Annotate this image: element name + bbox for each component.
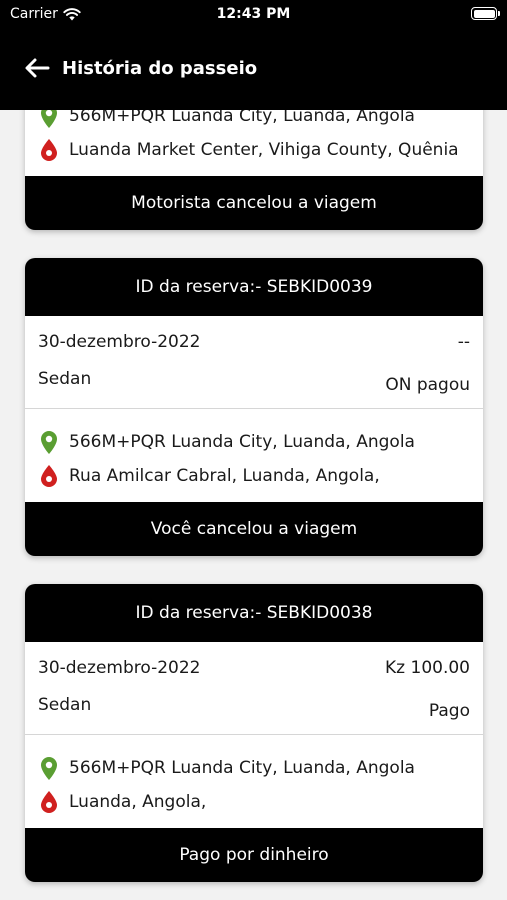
trip-status-button[interactable]: Motorista cancelou a viagem <box>25 176 483 230</box>
pickup-row: 566M+PQR Luanda City, Luanda, Angola <box>38 751 470 785</box>
trip-status-button[interactable]: Pago por dinheiro <box>25 828 483 882</box>
back-arrow-icon <box>25 58 50 78</box>
dropoff-pin-icon <box>41 791 57 813</box>
payment-status: Pago <box>428 701 470 721</box>
dropoff-row: Luanda, Angola, <box>38 785 470 819</box>
trip-date: 30-dezembro-2022 <box>38 332 201 352</box>
page-title: História do passeio <box>62 57 258 79</box>
dropoff-pin-icon <box>41 465 57 487</box>
ride-history-screen: 566M+PQR Luanda City, Luanda, Angola Lua… <box>0 0 507 900</box>
battery-icon <box>471 7 500 20</box>
back-button[interactable] <box>22 53 52 83</box>
pickup-row: 566M+PQR Luanda City, Luanda, Angola <box>38 425 470 459</box>
vehicle-type: Sedan <box>38 369 92 389</box>
route-section: 566M+PQR Luanda City, Luanda, Angola Rua… <box>25 409 483 502</box>
pickup-pin-icon <box>41 431 57 454</box>
vehicle-type: Sedan <box>38 695 92 715</box>
booking-id: ID da reserva:- SEBKID0038 <box>25 584 483 642</box>
trip-status-button[interactable]: Você cancelou a viagem <box>25 502 483 556</box>
dropoff-address: Rua Amilcar Cabral, Luanda, Angola, <box>69 466 380 486</box>
status-time: 12:43 PM <box>216 6 291 22</box>
trip-price: -- <box>457 332 470 352</box>
pickup-pin-icon <box>41 757 57 780</box>
trip-info: 30-dezembro-2022 Kz 100.00 Sedan Pago <box>25 642 483 735</box>
status-bar: Carrier 12:43 PM <box>0 0 507 28</box>
route-section: 566M+PQR Luanda City, Luanda, Angola Lua… <box>25 735 483 828</box>
payment-status: ON pagou <box>385 375 470 395</box>
booking-id: ID da reserva:- SEBKID0039 <box>25 258 483 316</box>
trip-info: 30-dezembro-2022 -- Sedan ON pagou <box>25 316 483 409</box>
trip-date: 30-dezembro-2022 <box>38 658 201 678</box>
pickup-address: 566M+PQR Luanda City, Luanda, Angola <box>69 758 415 778</box>
ride-card[interactable]: ID da reserva:- SEBKID0039 30-dezembro-2… <box>25 258 483 556</box>
dropoff-pin-icon <box>41 139 57 161</box>
trip-price: Kz 100.00 <box>385 658 470 678</box>
app-header: Carrier 12:43 PM História do passeio <box>0 0 507 110</box>
dropoff-address: Luanda Market Center, Vihiga County, Quê… <box>69 140 459 160</box>
nav-bar: História do passeio <box>22 46 257 90</box>
pickup-address: 566M+PQR Luanda City, Luanda, Angola <box>69 432 415 452</box>
dropoff-address: Luanda, Angola, <box>69 792 207 812</box>
dropoff-row: Luanda Market Center, Vihiga County, Quê… <box>38 133 470 167</box>
ride-card[interactable]: ID da reserva:- SEBKID0038 30-dezembro-2… <box>25 584 483 882</box>
dropoff-row: Rua Amilcar Cabral, Luanda, Angola, <box>38 459 470 493</box>
